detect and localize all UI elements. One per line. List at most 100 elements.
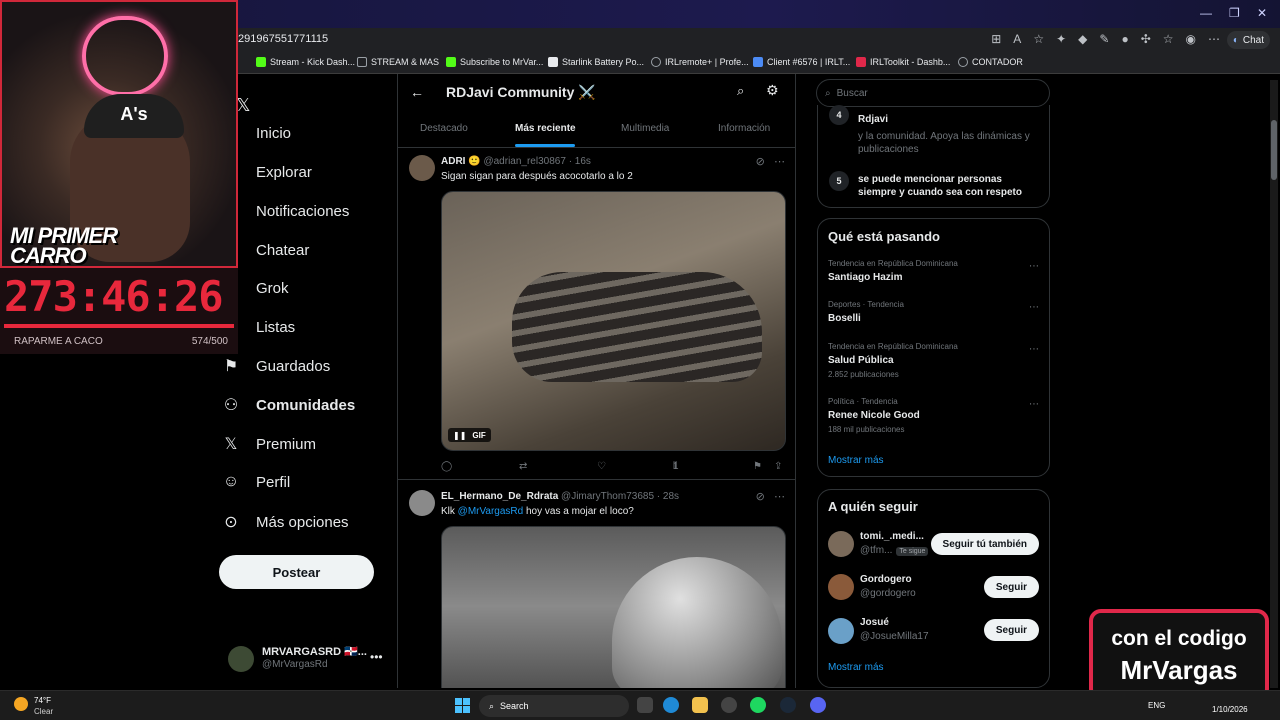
nav-item-communities[interactable]: ⚇ Comunidades [220,390,355,420]
tab-multimedia[interactable]: Multimedia [621,123,669,134]
avatar[interactable] [409,490,435,516]
trend-name[interactable]: Salud Pública [828,355,894,366]
nav-item-premium[interactable]: 𝕏 Premium [220,429,316,459]
task-view-icon[interactable] [637,697,653,713]
more-icon[interactable]: ⋯ [1029,302,1039,313]
tweet-gif[interactable]: ❚❚ GIF [441,191,786,451]
copilot-chat-button[interactable]: ◐ Chat [1226,31,1270,49]
read-aloud-icon[interactable]: A [1013,32,1021,46]
bookmark-item[interactable]: Starlink Battery Po... [548,57,644,67]
trend-name[interactable]: Renee Nicole Good [828,410,920,421]
follow-button[interactable]: Seguir [983,576,1039,598]
more-icon[interactable]: ⋯ [774,491,785,503]
bookmark-item[interactable]: STREAM & MAS [357,57,439,67]
tweet-time[interactable]: 28s [663,491,679,502]
x-logo-icon[interactable]: 𝕏 [236,90,251,120]
favorites-icon[interactable]: ☆ [1163,32,1174,46]
taskbar-search[interactable]: ⌕ Search [479,695,629,717]
follow-button[interactable]: Seguir [983,619,1039,641]
more-icon[interactable]: ••• [370,650,383,664]
more-icon[interactable]: ⋯ [1029,399,1039,410]
show-more-link[interactable]: Mostrar más [828,662,884,673]
bookmark-item[interactable]: CONTADOR [958,57,1023,67]
pause-icon[interactable]: ❚❚ [453,431,466,440]
favorite-star-icon[interactable]: ☆ [1033,32,1044,46]
reply-icon[interactable]: ◯ [441,461,452,472]
search-icon[interactable]: ⌕ [737,83,744,99]
tweet-handle[interactable]: @JimaryThom73685 [561,491,654,502]
avatar[interactable] [828,531,854,557]
post-button[interactable]: Postear [219,555,374,589]
page-scrollbar[interactable] [1270,80,1278,688]
follow-back-button[interactable]: Seguir tú también [930,533,1039,555]
file-explorer-icon[interactable] [692,697,708,713]
mention-link[interactable]: @MrVargasRd [458,506,524,517]
show-more-link[interactable]: Mostrar más [828,455,884,466]
like-icon[interactable]: ♡ [597,461,606,472]
tweet[interactable]: ADRI 🙂 @adrian_rel30867 · 16s ⊘ ⋯ Sigan … [398,149,795,480]
grid-icon[interactable]: ⊞ [991,32,1001,46]
bookmark-item[interactable]: IRLremote+ | Profe... [651,57,749,67]
tweet-handle[interactable]: @adrian_rel30867 [483,156,565,167]
more-icon[interactable]: ⋯ [1029,261,1039,272]
profile-icon[interactable]: ◉ [1186,32,1196,46]
gif-badge[interactable]: ❚❚ GIF [448,428,491,442]
minimize-icon[interactable]: — [1200,6,1212,20]
tab-destacado[interactable]: Destacado [420,123,468,134]
puzzle-icon[interactable]: ✣ [1141,32,1151,46]
bookmark-icon[interactable]: ⚑ [753,461,762,472]
url-text[interactable]: 291967551771115 [238,33,328,45]
windows-start-icon[interactable] [455,698,470,713]
spotify-icon[interactable] [750,697,766,713]
tweet-gif[interactable] [441,526,786,688]
more-icon[interactable]: ⋯ [1208,32,1220,46]
share-icon[interactable]: ⇪ [774,461,782,472]
maximize-icon[interactable]: ❐ [1229,6,1240,20]
avatar[interactable] [409,155,435,181]
avatar[interactable] [828,618,854,644]
close-icon[interactable]: ✕ [1257,6,1267,20]
avatar[interactable] [828,574,854,600]
trend-name[interactable]: Boselli [828,313,861,324]
extension-icon[interactable]: ◆ [1078,32,1087,46]
tweet-text: Sigan sigan para después acocotarlo a lo… [441,171,633,182]
steam-icon[interactable] [780,697,796,713]
nav-item-bookmarks[interactable]: ⚑ Guardados [220,351,330,381]
nav-item-notifications[interactable]: ♫Notificaciones [220,196,349,226]
account-switcher[interactable]: MRVARGASRD 🇩🇴... @MrVargasRd ••• [228,644,388,674]
follow-name[interactable]: Gordogero [860,574,912,585]
extension-icon[interactable]: ✎ [1099,32,1109,46]
grok-icon[interactable]: ⊘ [756,156,765,168]
grok-icon[interactable]: ⊘ [756,491,765,503]
bookmark-item[interactable]: IRLToolkit - Dashb... [856,57,950,67]
bookmark-item[interactable]: Client #6576 | IRLT... [753,57,850,67]
tweet-author[interactable]: ADRI 🙂 [441,156,481,167]
trend-name[interactable]: Santiago Hazim [828,272,902,283]
bookmark-item[interactable]: Stream - Kick Dash... [256,57,355,67]
nav-item-more[interactable]: ⊙ Más opciones [220,507,348,537]
scroll-thumb[interactable] [1271,120,1277,180]
retweet-icon[interactable]: ⇄ [519,461,527,472]
language-indicator[interactable]: ENG [1148,701,1165,710]
discord-icon[interactable] [810,697,826,713]
more-icon[interactable]: ⋯ [1029,344,1039,355]
gear-icon[interactable]: ⚙ [766,82,779,99]
follow-name[interactable]: tomi._.medi... [860,531,924,542]
back-arrow-icon[interactable]: ← [410,84,424,100]
tweet-time[interactable]: 16s [575,156,591,167]
more-icon[interactable]: ⋯ [774,156,785,168]
tab-informacion[interactable]: Información [718,123,770,134]
clock-date[interactable]: 1/10/2026 [1212,705,1248,714]
follow-name[interactable]: Josué [860,617,889,628]
tweet-author[interactable]: EL_Hermano_De_Rdrata [441,491,558,502]
extension-icon[interactable]: ● [1121,32,1128,46]
search-input[interactable]: ⌕ Buscar [816,79,1050,107]
trend-meta: Tendencia en República Dominicana [828,259,958,268]
extension-icon[interactable]: ✦ [1056,32,1066,46]
bookmark-item[interactable]: Subscribe to MrVar... [446,57,543,67]
tab-mas-reciente[interactable]: Más reciente [515,123,576,134]
nav-item-profile[interactable]: ☺ Perfil [220,467,290,497]
tweet[interactable]: EL_Hermano_De_Rdrata @JimaryThom73685 · … [398,481,795,688]
obs-icon[interactable] [721,697,737,713]
edge-icon[interactable] [663,697,679,713]
